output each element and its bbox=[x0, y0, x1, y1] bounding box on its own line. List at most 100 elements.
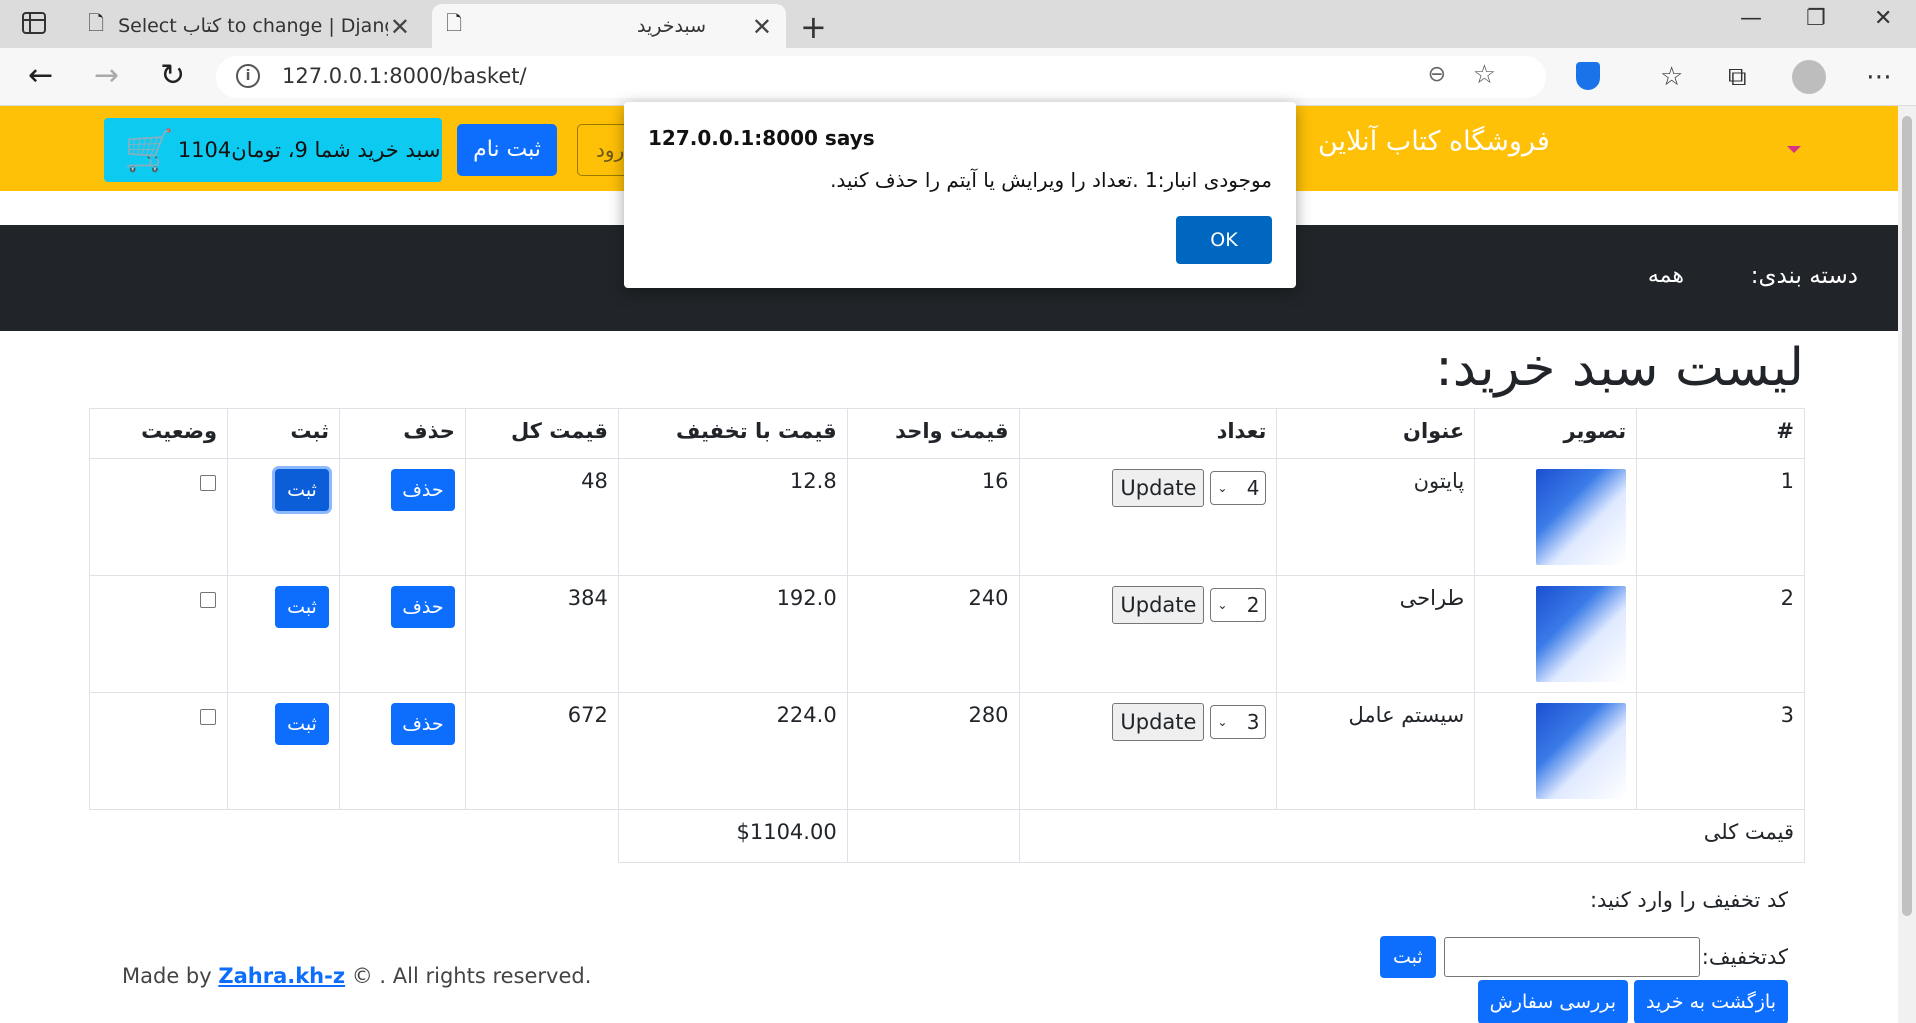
url-text: 127.0.0.1:8000/basket/ bbox=[282, 64, 527, 88]
coupon-prompt: کد تخفیف را وارد کنید: bbox=[1589, 888, 1788, 912]
col-header: عنوان bbox=[1276, 408, 1476, 459]
register-button[interactable]: ثبت bbox=[275, 469, 330, 511]
discounted-price: 192.0 bbox=[617, 575, 848, 693]
chevron-down-icon: ⌄ bbox=[1217, 715, 1228, 729]
delete-cell: حذف bbox=[339, 575, 466, 693]
update-button[interactable]: Update bbox=[1112, 703, 1205, 741]
favorites-icon[interactable]: ☆ bbox=[1660, 62, 1683, 92]
info-icon[interactable]: i bbox=[236, 64, 260, 88]
total-row: قیمت کلی $1104.00 bbox=[90, 809, 1806, 863]
add-favorite-icon[interactable]: ☆ bbox=[1473, 60, 1496, 90]
back-to-shop-button[interactable]: بازگشت به خرید bbox=[1634, 980, 1788, 1023]
collections-icon[interactable]: ⧉ bbox=[1728, 62, 1747, 93]
alert-dialog: 127.0.0.1:8000 says موجودی انبار:1 .تعدا… bbox=[624, 102, 1296, 288]
reload-icon[interactable]: ↻ bbox=[160, 58, 185, 93]
update-button[interactable]: Update bbox=[1112, 469, 1205, 507]
update-button[interactable]: Update bbox=[1112, 586, 1205, 624]
author-link[interactable]: Zahra.kh-z bbox=[218, 964, 345, 988]
book-image-cell bbox=[1474, 575, 1638, 693]
register-button[interactable]: ثبت bbox=[275, 586, 330, 628]
register-button[interactable]: ثبت bbox=[275, 703, 330, 745]
zoom-icon[interactable]: ⊖ bbox=[1428, 62, 1446, 87]
table-header-row: # تصویر عنوان تعداد قیمت واحد قیمت با تخ… bbox=[88, 408, 1805, 459]
empty-cell bbox=[847, 809, 1020, 863]
profile-avatar[interactable] bbox=[1792, 60, 1826, 94]
sidebar-toggle-icon[interactable] bbox=[22, 12, 46, 34]
empty-cell bbox=[90, 810, 619, 863]
quantity-value: 4 bbox=[1246, 476, 1260, 500]
delete-cell: حذف bbox=[339, 692, 466, 810]
status-checkbox[interactable] bbox=[200, 475, 216, 491]
book-image[interactable] bbox=[1536, 703, 1627, 799]
status-cell bbox=[88, 575, 229, 693]
category-all-link[interactable]: همه bbox=[1648, 263, 1684, 288]
delete-button[interactable]: حذف bbox=[390, 703, 455, 745]
basket-table: # تصویر عنوان تعداد قیمت واحد قیمت با تخ… bbox=[88, 408, 1806, 863]
delete-button[interactable]: حذف bbox=[390, 586, 455, 628]
unit-price: 240 bbox=[846, 575, 1020, 693]
register-cell: ثبت bbox=[227, 458, 341, 576]
quantity-select[interactable]: ⌄ 4 bbox=[1210, 471, 1267, 505]
book-image[interactable] bbox=[1536, 586, 1627, 682]
quantity-select[interactable]: ⌄ 2 bbox=[1210, 588, 1267, 622]
book-image[interactable] bbox=[1536, 469, 1627, 565]
back-arrow-icon[interactable]: ← bbox=[28, 58, 53, 93]
status-checkbox[interactable] bbox=[200, 592, 216, 608]
dropdown-caret-icon[interactable] bbox=[1787, 146, 1801, 153]
col-header: حذف bbox=[339, 408, 466, 459]
page-icon: 🗋 bbox=[446, 11, 463, 35]
minimize-icon[interactable]: — bbox=[1740, 6, 1762, 31]
review-order-button[interactable]: بررسی سفارش bbox=[1477, 980, 1629, 1023]
quantity-select[interactable]: ⌄ 3 bbox=[1210, 705, 1267, 739]
delete-button[interactable]: حذف bbox=[390, 469, 455, 511]
col-header: تعداد bbox=[1018, 408, 1278, 459]
vertical-scrollbar[interactable] bbox=[1898, 106, 1916, 1023]
row-number: 1 bbox=[1636, 458, 1805, 576]
tab-title: Select کتاب to change | Django site admi… bbox=[118, 15, 388, 37]
col-header: قیمت واحد bbox=[846, 408, 1020, 459]
ok-button[interactable]: OK bbox=[1176, 216, 1272, 264]
discounted-price: 224.0 bbox=[617, 692, 848, 810]
book-image-cell bbox=[1474, 458, 1638, 576]
status-cell bbox=[88, 458, 229, 576]
coupon-input[interactable] bbox=[1443, 937, 1700, 977]
col-header: تصویر bbox=[1474, 408, 1638, 459]
url-field[interactable]: i 127.0.0.1:8000/basket/ ⊖ ☆ bbox=[216, 56, 1546, 98]
cart-button[interactable]: 🛒 سبد خرید شما 9، تومان1104 bbox=[104, 118, 442, 182]
more-menu-icon[interactable]: ⋯ bbox=[1866, 62, 1892, 92]
col-header: قیمت با تخفیف bbox=[617, 408, 848, 459]
bottom-actions: بازگشت به خرید بررسی سفارش bbox=[1477, 980, 1788, 1023]
total-price: 672 bbox=[464, 692, 619, 810]
quantity-cell: Update ⌄ 4 bbox=[1018, 458, 1278, 576]
new-tab-button[interactable]: + bbox=[800, 8, 827, 46]
tab-django-admin[interactable]: 🗋 Select کتاب to change | Django site ad… bbox=[74, 4, 424, 48]
total-label: قیمت کلی bbox=[1018, 809, 1806, 863]
close-icon[interactable]: ✕ bbox=[752, 13, 772, 41]
address-bar: ← → ↻ i 127.0.0.1:8000/basket/ ⊖ ☆ ☆ ⧉ ⋯ bbox=[0, 48, 1916, 106]
chevron-down-icon: ⌄ bbox=[1217, 598, 1228, 612]
register-cell: ثبت bbox=[227, 692, 341, 810]
page-title: لیست سبد خرید: bbox=[1435, 338, 1804, 398]
signup-button[interactable]: ثبت نام bbox=[457, 124, 557, 176]
coupon-submit-button[interactable]: ثبت bbox=[1379, 936, 1436, 978]
close-icon[interactable]: ✕ bbox=[390, 13, 410, 41]
forward-arrow-icon[interactable]: → bbox=[94, 58, 119, 93]
row-number: 3 bbox=[1636, 692, 1805, 810]
quantity-cell: Update ⌄ 2 bbox=[1018, 575, 1278, 693]
tab-basket[interactable]: 🗋 سبدخرید ✕ bbox=[432, 4, 786, 48]
scrollbar-thumb[interactable] bbox=[1902, 116, 1912, 916]
register-cell: ثبت bbox=[227, 575, 341, 693]
coupon-field-label: کدتخفیف: bbox=[1701, 945, 1788, 969]
store-name[interactable]: فروشگاه کتاب آنلاین bbox=[1318, 126, 1550, 157]
status-checkbox[interactable] bbox=[200, 709, 216, 725]
page-icon: 🗋 bbox=[88, 11, 105, 35]
restore-icon[interactable]: ❐ bbox=[1806, 6, 1826, 31]
delete-cell: حذف bbox=[339, 458, 466, 576]
category-label: دسته بندی: bbox=[1750, 263, 1858, 289]
shield-extension-icon[interactable] bbox=[1576, 62, 1600, 90]
chevron-down-icon: ⌄ bbox=[1217, 481, 1228, 495]
book-title: طراحی bbox=[1276, 575, 1476, 693]
window-close-icon[interactable]: ✕ bbox=[1874, 6, 1892, 31]
col-header: ثبت bbox=[227, 408, 341, 459]
footer-prefix: Made by bbox=[122, 964, 219, 988]
